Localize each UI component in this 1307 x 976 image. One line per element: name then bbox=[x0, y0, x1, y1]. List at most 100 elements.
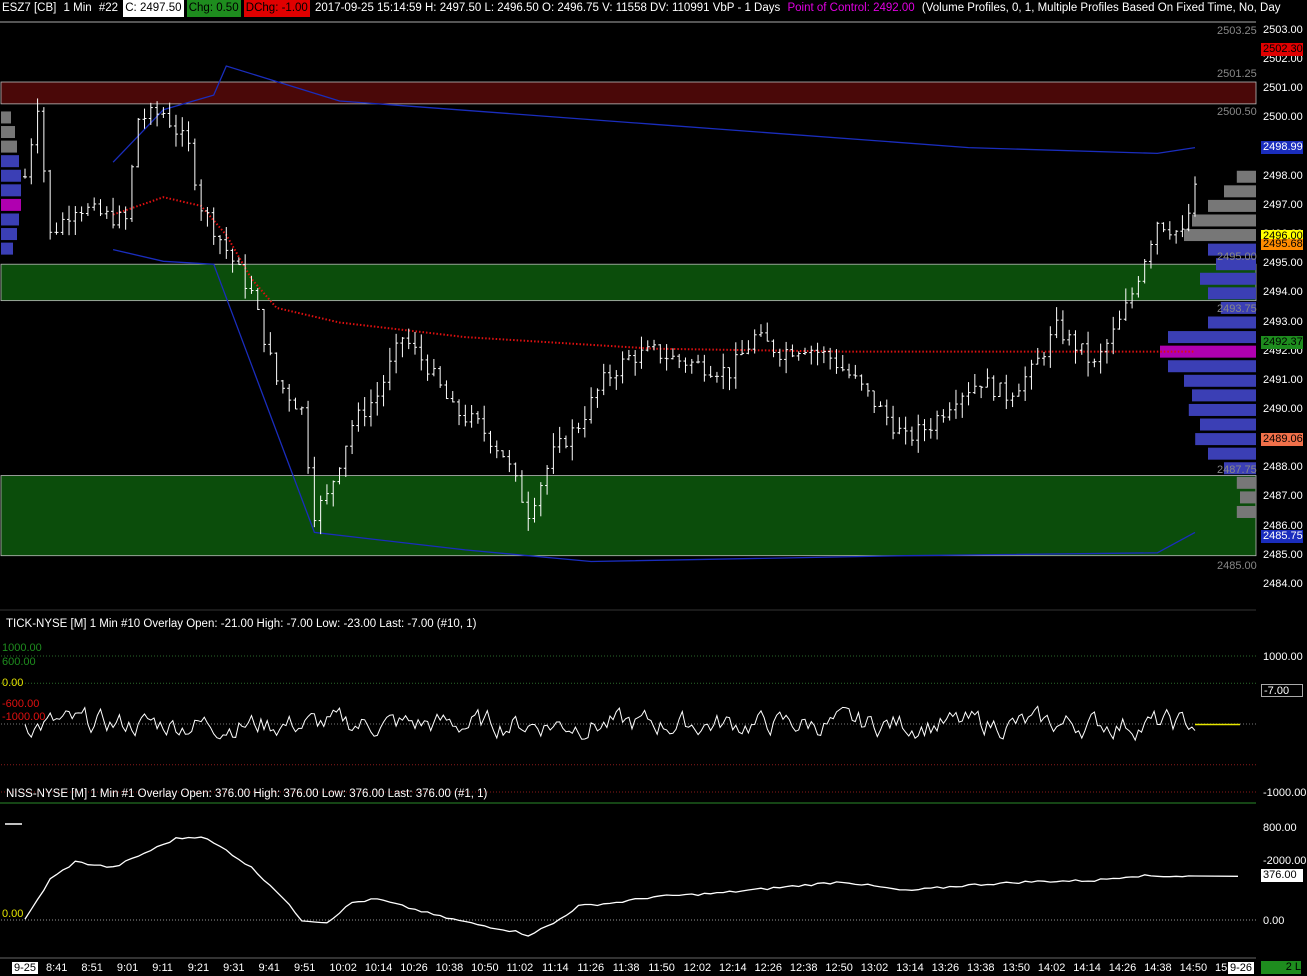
price-axis-label: 2488.00 bbox=[1263, 461, 1303, 474]
time-axis-label: 11:38 bbox=[612, 962, 640, 974]
volume-bar bbox=[1188, 403, 1256, 416]
time-axis-label: 14:26 bbox=[1108, 962, 1137, 974]
price-axis-label: 2487.00 bbox=[1263, 490, 1303, 503]
niss-level-label: 0.00 bbox=[2, 908, 24, 920]
axis-tag-vwap: 2492.37 bbox=[1261, 336, 1303, 349]
price-axis-label: 2497.00 bbox=[1263, 198, 1303, 211]
time-axis-label: 13:14 bbox=[896, 962, 924, 974]
corner-badge: 2 L bbox=[1261, 961, 1301, 974]
volume-bar bbox=[1240, 491, 1256, 504]
time-axis-label: 9:21 bbox=[187, 962, 210, 974]
level-label: 2493.75 bbox=[1217, 303, 1257, 315]
time-axis-label: 12:02 bbox=[683, 962, 712, 974]
niss-last-tag: 376.00 bbox=[1261, 869, 1303, 882]
level-label: 2500.50 bbox=[1217, 106, 1257, 118]
axis-tag: 2495.68 bbox=[1261, 238, 1303, 250]
time-axis-label: 14:14 bbox=[1073, 962, 1101, 974]
price-axis-label: 2485.00 bbox=[1263, 548, 1303, 561]
zone-red bbox=[0, 81, 1257, 105]
level-label: 2495.00 bbox=[1217, 251, 1257, 263]
volume-bar bbox=[1192, 389, 1256, 402]
time-axis-label: 10:38 bbox=[435, 962, 464, 974]
axis-tag-band-lower: 2485.75 bbox=[1261, 530, 1303, 543]
axis-tag-band-upper: 2498.99 bbox=[1261, 141, 1303, 154]
interval-label: 1 Min bbox=[63, 2, 92, 14]
volume-bar bbox=[1236, 170, 1256, 183]
vwap-upper-band bbox=[112, 65, 1196, 163]
volume-bar bbox=[1184, 229, 1256, 242]
price-axis-label: 2493.00 bbox=[1263, 315, 1303, 328]
tick-line bbox=[24, 705, 1196, 742]
time-axis-label: 13:02 bbox=[860, 962, 889, 974]
time-axis-label: 8:51 bbox=[81, 962, 103, 974]
symbol-label: ESZ7 [CB] bbox=[2, 2, 57, 14]
poc-label: Point of Control: 2492.00 bbox=[787, 2, 915, 14]
volume-bar bbox=[1195, 433, 1256, 446]
tick-axis-label: -2000.00 bbox=[1263, 855, 1306, 867]
close-badge: C: 2497.50 bbox=[123, 0, 184, 17]
price-axis-label: 2500.00 bbox=[1263, 111, 1303, 124]
price-axis-label: 2490.00 bbox=[1263, 402, 1303, 415]
niss-line bbox=[24, 836, 1239, 937]
chg-badge: Chg: 0.50 bbox=[186, 0, 241, 17]
zone-green bbox=[0, 475, 1257, 557]
volume-bar bbox=[1208, 287, 1256, 300]
study-label: (Volume Profiles, 0, 1, Multiple Profile… bbox=[921, 2, 1281, 14]
volume-bar bbox=[1168, 360, 1256, 373]
volume-bar bbox=[1236, 505, 1256, 518]
time-axis-label: 13:38 bbox=[967, 962, 995, 974]
tick-level-label: 1000.00 bbox=[2, 642, 42, 654]
left-volume-bar bbox=[1, 126, 15, 139]
bar-number: #22 bbox=[98, 2, 119, 14]
axis-tag-upper: 2502.30 bbox=[1261, 43, 1303, 56]
volume-bar bbox=[1208, 199, 1256, 212]
volume-bar bbox=[1200, 418, 1256, 431]
time-axis-label: 12:38 bbox=[789, 962, 818, 974]
tick-level-label: 0.00 bbox=[2, 677, 24, 689]
bar-info: 2017-09-25 15:14:59 H: 2497.50 L: 2496.5… bbox=[315, 2, 781, 14]
price-axis-label: 2503.00 bbox=[1263, 24, 1303, 36]
time-axis-label: 12:14 bbox=[719, 962, 747, 974]
volume-bar bbox=[1224, 185, 1256, 198]
volume-bar bbox=[1192, 214, 1256, 227]
level-label: 2503.25 bbox=[1217, 25, 1257, 37]
price-axis-label: 2491.00 bbox=[1263, 373, 1303, 386]
time-axis-label: 11:02 bbox=[506, 962, 534, 974]
volume-bar bbox=[1200, 272, 1256, 285]
time-axis-label: 10:02 bbox=[329, 962, 357, 974]
price-axis-label: 2495.00 bbox=[1263, 257, 1303, 270]
time-axis-label: 14:02 bbox=[1037, 962, 1066, 974]
left-volume-bar bbox=[1, 140, 17, 153]
time-axis-label: 12:26 bbox=[754, 962, 783, 974]
price-axis-label: 2501.00 bbox=[1263, 82, 1303, 95]
niss-axis-label: 0.00 bbox=[1263, 915, 1284, 927]
tick-header: TICK-NYSE [M] 1 Min #10 Overlay Open: -2… bbox=[6, 618, 477, 630]
volume-bar bbox=[1208, 447, 1256, 460]
time-axis-label: 11:50 bbox=[648, 962, 675, 974]
time-axis-label: 9:11 bbox=[152, 962, 173, 974]
tick-level-label: -600.00 bbox=[2, 698, 40, 710]
time-axis-label: 13:26 bbox=[931, 962, 960, 974]
time-axis-label: 9:31 bbox=[223, 962, 245, 974]
tick-axis-label: 1000.00 bbox=[1263, 651, 1303, 663]
time-axis-label: 13:50 bbox=[1002, 962, 1030, 974]
time-axis-label: 9:51 bbox=[293, 962, 316, 974]
left-volume-bar bbox=[1, 198, 21, 211]
time-axis-label: 9-25 bbox=[12, 962, 39, 974]
left-volume-bar bbox=[1, 184, 21, 197]
zone-green bbox=[0, 263, 1257, 302]
time-axis-label: 9:01 bbox=[116, 962, 139, 974]
time-axis-label: 10:50 bbox=[471, 962, 499, 974]
time-axis-label: 12:50 bbox=[825, 962, 853, 974]
left-volume-bar bbox=[1, 111, 11, 124]
left-volume-bar bbox=[1, 169, 21, 182]
price-axis-label: 2484.00 bbox=[1263, 577, 1303, 590]
volume-bar bbox=[1168, 331, 1256, 344]
level-label: 2487.75 bbox=[1217, 464, 1257, 476]
time-axis-label: 8:41 bbox=[46, 962, 68, 974]
volume-bar bbox=[1208, 316, 1256, 329]
tick-axis-label: -1000.00 bbox=[1263, 787, 1306, 799]
chart-canvas: 1000.00 -1000.00 -2000.00 800.00 0.00 bbox=[0, 21, 1306, 959]
tick-level-label: 600.00 bbox=[2, 656, 36, 668]
price-axis-label: 2498.00 bbox=[1263, 169, 1303, 182]
